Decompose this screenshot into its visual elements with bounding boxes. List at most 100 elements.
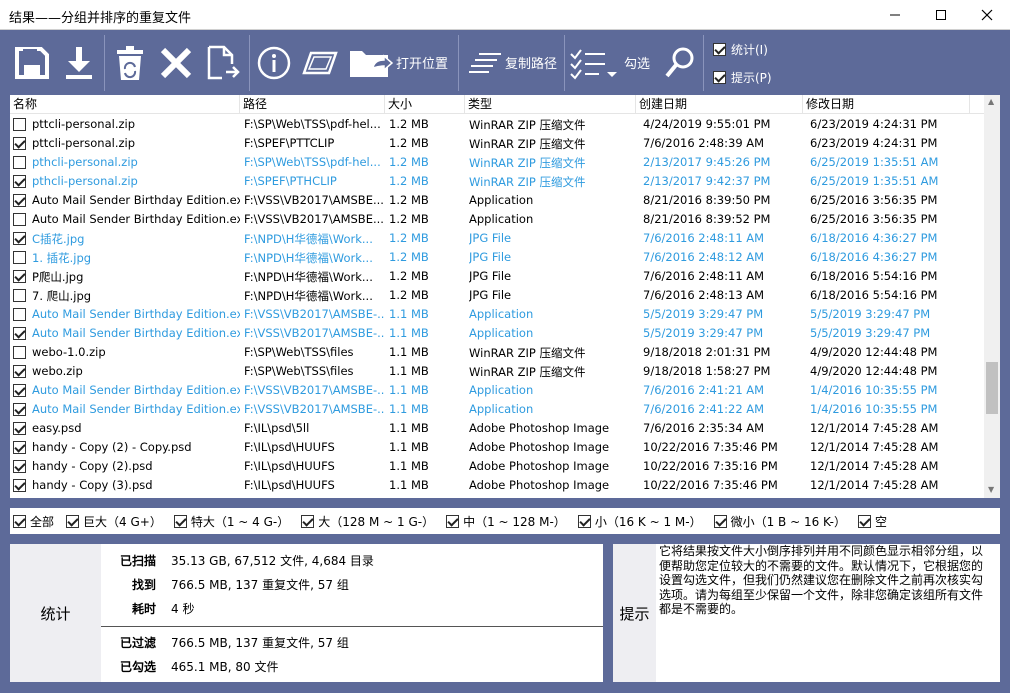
stat-label: 找到	[76, 576, 156, 594]
size-filter-checkbox[interactable]	[577, 514, 591, 528]
cell-size: 1.1 MB	[389, 459, 429, 473]
cell-modified: 6/18/2016 5:54:16 PM	[810, 269, 938, 283]
size-filter-checkbox[interactable]	[66, 514, 80, 528]
open-location-button[interactable]: 打开位置	[348, 31, 448, 94]
row-checkbox[interactable]	[13, 422, 26, 435]
maximize-button[interactable]	[918, 0, 964, 30]
row-checkbox[interactable]	[13, 175, 26, 188]
row-checkbox[interactable]	[13, 441, 26, 454]
table-row[interactable]: pthcli-personal.zip F:\SP\Web\TSS\pdf-hel…	[10, 153, 984, 172]
table-row[interactable]: handy - Copy (3).psd F:\IL\psd\HUUFS 1.1 M…	[10, 476, 984, 495]
table-row[interactable]: Auto Mail Sender Birthday Edition.exe F:\…	[10, 210, 984, 229]
table-row[interactable]: Auto Mail Sender Birthday Edition.exe F:\…	[10, 305, 984, 324]
row-checkbox[interactable]	[13, 251, 26, 264]
size-filter-checkbox[interactable]	[713, 514, 727, 528]
row-checkbox[interactable]	[13, 479, 26, 492]
column-header-type[interactable]: 类型	[465, 95, 636, 114]
column-header-created[interactable]: 创建日期	[636, 95, 803, 114]
cell-size: 1.1 MB	[389, 326, 429, 340]
row-checkbox[interactable]	[13, 365, 26, 378]
column-header-size[interactable]: 大小	[385, 95, 465, 114]
stat-label: 已勾选	[76, 658, 156, 676]
table-row[interactable]: Auto Mail Sender Birthday Edition.exe F:\…	[10, 400, 984, 419]
size-filter-1[interactable]: 巨大（4 G+）	[66, 513, 162, 530]
table-row[interactable]: Auto Mail Sender Birthday Edition.exe F:\…	[10, 324, 984, 343]
search-button[interactable]	[664, 31, 696, 94]
row-checkbox[interactable]	[13, 194, 26, 207]
maximize-icon	[936, 10, 946, 20]
size-filter-label: 小（16 K ~ 1 M-）	[594, 514, 702, 529]
preview-button[interactable]	[301, 31, 339, 94]
info-button[interactable]	[257, 31, 291, 94]
size-filter-checkbox[interactable]	[446, 514, 460, 528]
table-row[interactable]: handy - Copy (2) - Copy.psd F:\IL\psd\HUU…	[10, 438, 984, 457]
scroll-down-icon[interactable]: ▼	[988, 485, 994, 494]
delete-button[interactable]	[159, 31, 193, 94]
stat-value: 766.5 MB, 137 重复文件, 57 组	[171, 578, 349, 592]
list-scrollbar[interactable]: ▲ ▼	[984, 95, 1000, 498]
cell-name: webo.zip	[32, 364, 83, 378]
table-row[interactable]: easy.psd F:\IL\psd\5ll 1.1 MB Adobe Photosh…	[10, 419, 984, 438]
table-row[interactable]: pthcli-personal.zip F:\SPEF\PTHCLIP 1.2 MB…	[10, 172, 984, 191]
row-checkbox[interactable]	[13, 213, 26, 226]
row-checkbox[interactable]	[13, 289, 26, 302]
move-button[interactable]	[204, 31, 242, 94]
table-row[interactable]: Auto Mail Sender Birthday Edition.exe F:\…	[10, 191, 984, 210]
row-checkbox[interactable]	[13, 346, 26, 359]
size-filter-2[interactable]: 特大（1 ~ 4 G-）	[173, 513, 289, 530]
cell-size: 1.2 MB	[389, 212, 429, 226]
copy-path-button[interactable]: 复制路径	[467, 31, 557, 94]
save-button[interactable]	[14, 31, 50, 94]
row-checkbox[interactable]	[13, 460, 26, 473]
row-checkbox[interactable]	[13, 156, 26, 169]
minimize-button[interactable]	[872, 0, 918, 30]
row-checkbox[interactable]	[13, 327, 26, 340]
table-row[interactable]: 1. 插花.jpg F:\NPD\H华德福\Work... 1.2 MB JPG Fi…	[10, 248, 984, 267]
recycle-button[interactable]	[113, 31, 147, 94]
size-filter-3[interactable]: 大（128 M ~ 1 G-）	[301, 513, 434, 530]
table-row[interactable]: C插花.jpg F:\NPD\H华德福\Work... 1.2 MB JPG File…	[10, 229, 984, 248]
column-header-modified[interactable]: 修改日期	[803, 95, 970, 114]
hint-checkbox[interactable]	[713, 71, 726, 84]
row-checkbox[interactable]	[13, 118, 26, 131]
cell-path: F:\SP\Web\TSS\files	[244, 345, 354, 359]
row-checkbox[interactable]	[13, 308, 26, 321]
size-filter-7[interactable]: 空	[857, 513, 887, 530]
stats-toggle[interactable]: 统计(I)	[713, 41, 768, 58]
table-row[interactable]: handy - Copy (2).psd F:\IL\psd\HUUFS 1.1 M…	[10, 457, 984, 476]
table-row[interactable]: pttcli-personal.zip F:\SPEF\PTTCLIP 1.2 MB…	[10, 134, 984, 153]
cell-modified: 4/9/2020 12:44:48 PM	[810, 345, 938, 359]
cell-modified: 6/25/2016 3:56:35 PM	[810, 212, 938, 226]
stats-checkbox[interactable]	[713, 43, 726, 56]
size-filter-5[interactable]: 小（16 K ~ 1 M-）	[577, 513, 702, 530]
export-button[interactable]	[63, 31, 95, 94]
table-row[interactable]: webo-1.0.zip F:\SP\Web\TSS\files 1.1 MB Win…	[10, 343, 984, 362]
hint-toggle[interactable]: 提示(P)	[713, 69, 772, 86]
row-checkbox[interactable]	[13, 384, 26, 397]
scroll-thumb[interactable]	[986, 362, 998, 414]
size-filter-checkbox[interactable]	[857, 514, 871, 528]
row-checkbox[interactable]	[13, 270, 26, 283]
size-filter-0[interactable]: 全部	[13, 513, 54, 530]
close-button[interactable]	[964, 0, 1010, 30]
table-row[interactable]: P爬山.jpg F:\NPD\H华德福\Work... 1.2 MB JPG File…	[10, 267, 984, 286]
scroll-up-icon[interactable]: ▲	[988, 97, 994, 106]
table-row[interactable]: Auto Mail Sender Birthday Edition.exe F:\…	[10, 381, 984, 400]
size-filter-4[interactable]: 中（1 ~ 128 M-）	[446, 513, 566, 530]
table-row[interactable]: pttcli-personal.zip F:\SP\Web\TSS\pdf-hel…	[10, 115, 984, 134]
select-button[interactable]: 勾选	[569, 31, 650, 94]
size-filter-checkbox[interactable]	[173, 514, 187, 528]
cell-path: F:\VSS\VB2017\AMSBE...	[244, 193, 384, 207]
cell-created: 4/24/2019 9:55:01 PM	[643, 117, 771, 131]
size-filter-6[interactable]: 微小（1 B ~ 16 K-）	[713, 513, 846, 530]
row-checkbox[interactable]	[13, 232, 26, 245]
size-filter-checkbox[interactable]	[301, 514, 315, 528]
row-checkbox[interactable]	[13, 403, 26, 416]
stat-key: 已勾选	[119, 660, 156, 674]
table-row[interactable]: 7. 爬山.jpg F:\NPD\H华德福\Work... 1.2 MB JPG Fi…	[10, 286, 984, 305]
column-header-path[interactable]: 路径	[240, 95, 385, 114]
row-checkbox[interactable]	[13, 137, 26, 150]
column-header-name[interactable]: 名称	[10, 95, 240, 114]
table-row[interactable]: webo.zip F:\SP\Web\TSS\files 1.1 MB WinRAR …	[10, 362, 984, 381]
size-filter-checkbox[interactable]	[13, 514, 26, 528]
